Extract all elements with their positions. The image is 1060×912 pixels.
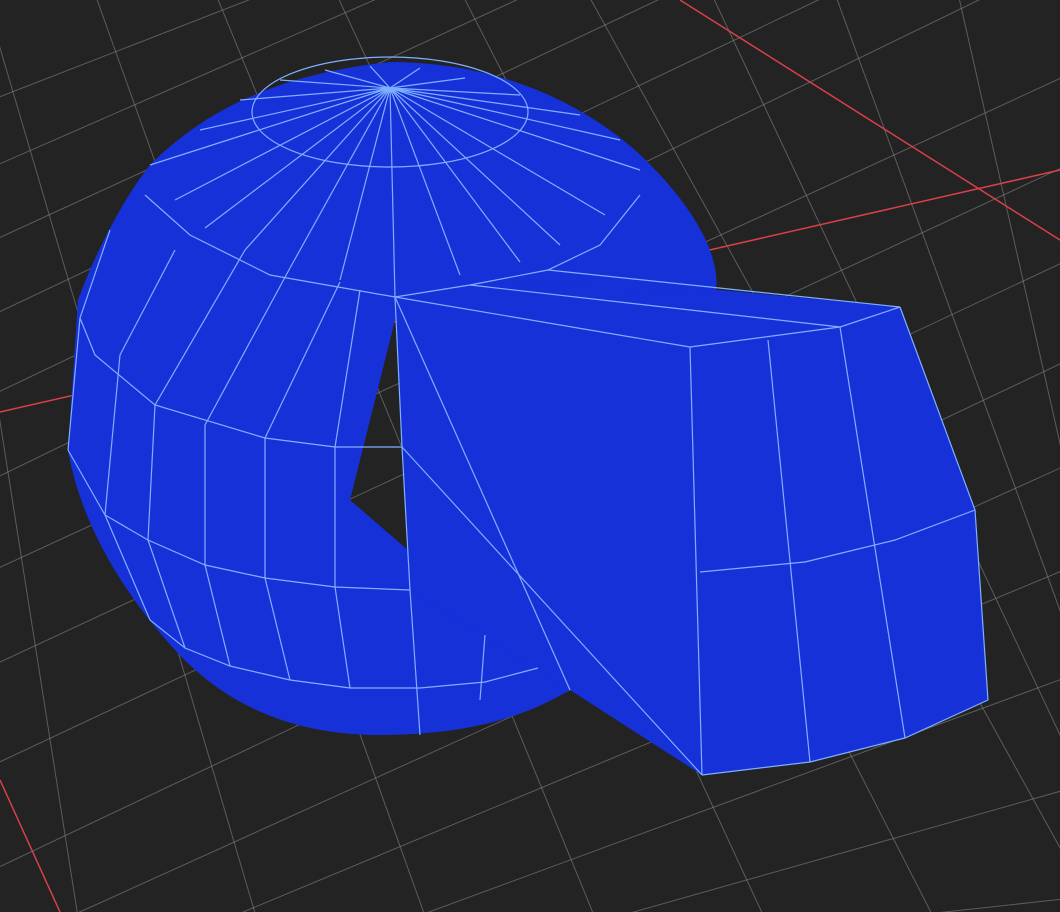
3d-viewport[interactable]: [0, 0, 1060, 912]
scene-canvas[interactable]: [0, 0, 1060, 912]
